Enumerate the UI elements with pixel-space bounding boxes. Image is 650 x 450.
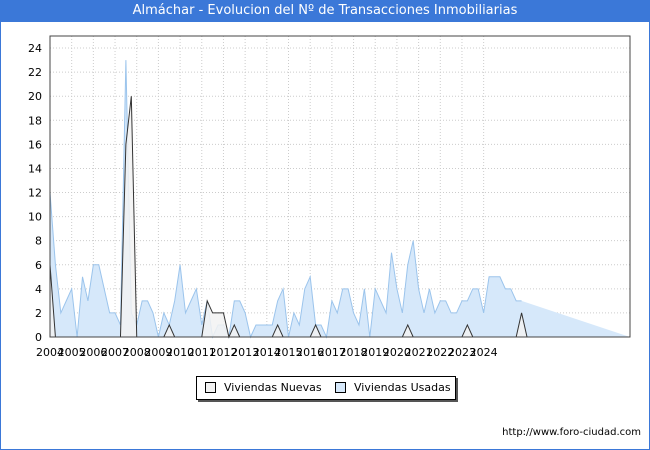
y-tick-label: 2 [35,307,42,320]
y-tick-label: 22 [28,66,42,79]
y-tick-label: 24 [28,42,42,55]
legend-swatch-usadas [335,382,346,393]
y-tick-label: 16 [28,138,42,151]
y-tick-label: 6 [35,259,42,272]
legend-swatch-nuevas [205,382,216,393]
x-tick-labels: 2004200520062007200820092010201120122013… [36,346,498,359]
legend-label-usadas: Viviendas Usadas [354,381,451,394]
x-tick-label: 2024 [470,346,498,359]
y-tick-label: 14 [28,162,42,175]
chart-legend: Viviendas Nuevas Viviendas Usadas [196,376,456,400]
legend-label-nuevas: Viviendas Nuevas [224,381,322,394]
y-tick-label: 18 [28,114,42,127]
y-tick-label: 12 [28,187,42,200]
y-tick-label: 0 [35,331,42,344]
y-tick-labels: 024681012141618202224 [28,42,42,344]
y-tick-label: 10 [28,211,42,224]
y-tick-label: 4 [35,283,42,296]
grid-lines [50,36,630,337]
y-tick-label: 20 [28,90,42,103]
source-url: http://www.foro-ciudad.com [502,427,641,438]
y-tick-label: 8 [35,235,42,248]
